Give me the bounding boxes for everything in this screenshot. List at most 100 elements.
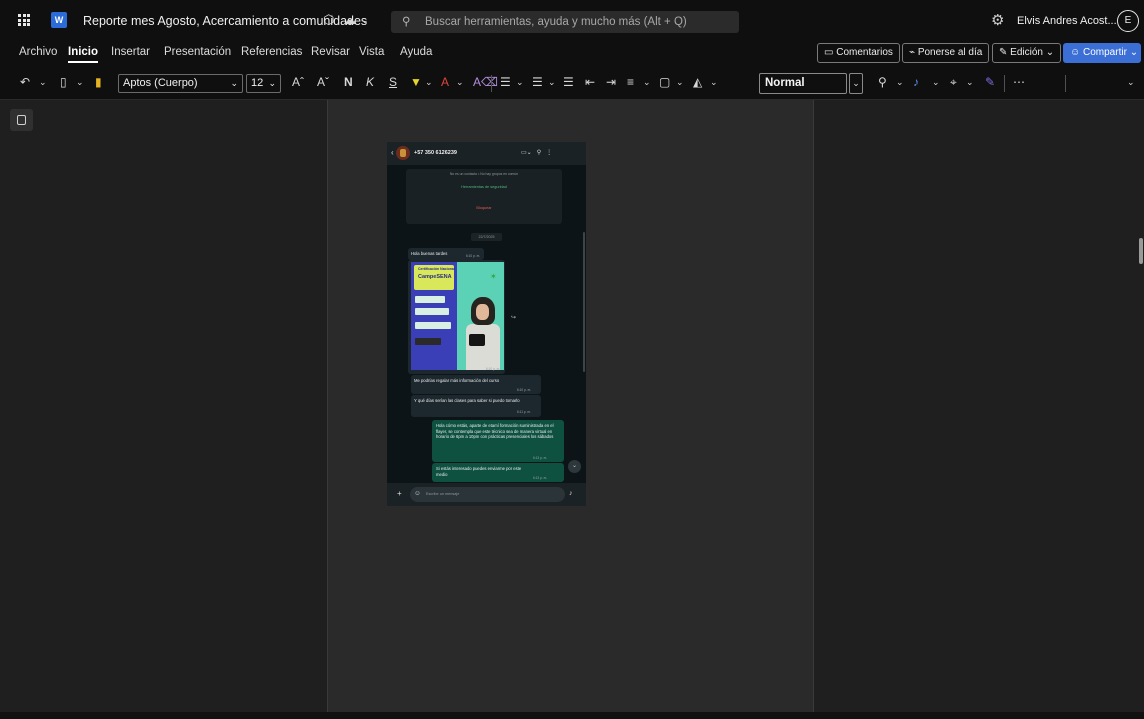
align-icon[interactable]: ≡ (627, 75, 634, 89)
share-label: Compartir (1083, 47, 1127, 58)
search-box[interactable]: ⚲ Buscar herramientas, ayuda y mucho más… (391, 11, 739, 33)
more-options-icon[interactable]: ⋯ (1013, 75, 1025, 89)
chevron-down-icon[interactable]: ⌄ (456, 77, 464, 88)
tab-presentacion[interactable]: Presentación (164, 46, 231, 58)
catch-up-label: Ponerse al día (917, 47, 983, 58)
message-time: 6:11 p. m. (517, 410, 531, 414)
italic-button[interactable]: K (366, 75, 374, 89)
tab-revisar[interactable]: Revisar (311, 46, 350, 58)
style-select[interactable]: Normal (759, 73, 847, 94)
bullets-icon[interactable]: ☰ (500, 75, 511, 89)
chevron-down-icon[interactable]: ⌄ (425, 77, 433, 88)
message-placeholder: Escribe un mensaje (426, 492, 460, 496)
editing-mode-button[interactable]: ✎ Edición ⌄ (992, 43, 1062, 63)
chevron-down-icon[interactable]: ⌄ (76, 77, 84, 88)
comments-button[interactable]: ▭ Comentarios (817, 43, 900, 63)
tab-ayuda[interactable]: Ayuda (400, 46, 432, 58)
font-size-value: 12 (251, 77, 264, 89)
chevron-down-icon[interactable]: ⌄ (676, 77, 684, 88)
chat-header: ‹ +57 350 6126239 ▭⌄ ⚲ ⋮ (387, 142, 586, 165)
chevron-down-icon[interactable]: ⌄ (39, 77, 47, 88)
shrink-font-icon[interactable]: Aˇ (317, 75, 329, 89)
chevron-down-icon[interactable]: ⌄ (361, 15, 369, 26)
status-bar (0, 712, 1144, 719)
font-size-select[interactable]: 12 ⌄ (246, 74, 281, 93)
find-icon[interactable]: ⚲ (878, 75, 887, 89)
course-flyer-image: Certificación Nacional CampeSENA ✶ (411, 262, 504, 370)
chevron-down-icon: ⌄ (268, 78, 276, 88)
message-text: Me podrías regalar más información del c… (414, 378, 500, 383)
dictate-mic-icon[interactable]: ♪ (913, 75, 919, 89)
ribbon-toolbar: ↶ ⌄ ▯ ⌄ ▮ Aptos (Cuerpo) ⌄ 12 ⌄ Aˆ Aˇ N … (0, 66, 1144, 100)
highlight-icon[interactable]: ▼ (410, 75, 422, 89)
divider (1065, 75, 1066, 92)
message-text: Si estás interesado puedes enviarme por … (436, 466, 522, 477)
chevron-down-icon[interactable]: ⌄ (548, 77, 556, 88)
scroll-down-icon: ⌄ (568, 460, 581, 473)
search-icon: ⚲ (402, 16, 411, 28)
message-time: 6:13 p. m. (533, 456, 548, 460)
cloud-saved-icon[interactable]: ☁ (343, 12, 356, 28)
settings-gear-icon[interactable]: ⚙ (991, 11, 1004, 29)
people-icon: ☺ (1070, 47, 1081, 58)
block-link: Bloquear (476, 206, 492, 210)
contact-avatar (396, 146, 410, 160)
chevron-down-icon[interactable]: ⌄ (516, 77, 524, 88)
message-input-bar: + ☺ Escribe un mensaje ♪ (387, 483, 586, 506)
user-name[interactable]: Elvis Andres Acost... (1017, 15, 1117, 27)
message-text: Hola cómo estás, aparte de etamí formaci… (436, 423, 554, 439)
message-time: 6:13 p. m. (533, 476, 548, 480)
multilevel-list-icon[interactable]: ☰ (563, 75, 574, 89)
collapse-ribbon-icon[interactable]: ⌄ (1127, 77, 1135, 88)
underline-button[interactable]: S (389, 75, 397, 89)
chevron-down-icon[interactable]: ⌄ (710, 77, 718, 88)
tab-inicio[interactable]: Inicio (68, 46, 99, 63)
embedded-chat-screenshot[interactable]: ‹ +57 350 6126239 ▭⌄ ⚲ ⋮ No es un contac… (387, 142, 586, 506)
chevron-down-icon: ⌄ (230, 78, 238, 88)
app-launcher-icon[interactable] (18, 14, 30, 26)
chevron-down-icon[interactable]: ⌄ (896, 77, 904, 88)
bold-button[interactable]: N (344, 75, 353, 89)
format-painter-icon[interactable]: ▮ (95, 75, 102, 89)
chevron-down-icon[interactable]: ⌄ (932, 77, 940, 88)
tab-referencias[interactable]: Referencias (241, 46, 302, 58)
tab-archivo[interactable]: Archivo (19, 46, 57, 58)
editing-label: Edición (1010, 47, 1043, 58)
contact-info-line: No es un contacto • No hay grupos en com… (449, 172, 519, 176)
catch-up-button[interactable]: ⌁ Ponerse al día (902, 43, 990, 63)
chevron-down-icon[interactable]: ⌄ (966, 77, 974, 88)
numbering-icon[interactable]: ☰ (532, 75, 543, 89)
flyer-person-face (476, 304, 489, 320)
undo-icon[interactable]: ↶ (20, 75, 30, 89)
shield-icon[interactable]: ⬡ (323, 12, 334, 28)
grow-font-icon[interactable]: Aˆ (292, 75, 304, 89)
font-color-icon[interactable]: A (441, 75, 449, 89)
video-call-icon: ▭⌄ ⚲ ⋮ (521, 150, 553, 156)
pulse-icon: ⌁ (909, 47, 916, 58)
share-button[interactable]: ☺ Compartir ⌄ (1063, 43, 1141, 63)
borders-icon[interactable]: ▢ (659, 75, 670, 89)
clear-formatting-icon[interactable]: A⌫ (473, 75, 498, 89)
style-dropdown-button[interactable]: ⌄ (849, 73, 863, 94)
message-time: 6:10 p. m. (517, 388, 532, 392)
font-name-select[interactable]: Aptos (Cuerpo) ⌄ (118, 74, 243, 93)
star-icon: ✶ (490, 272, 497, 281)
plus-icon: + (397, 489, 402, 498)
divider (491, 75, 492, 92)
vertical-scrollbar[interactable] (1139, 238, 1143, 264)
decrease-indent-icon[interactable]: ⇤ (585, 75, 595, 89)
shading-icon[interactable]: ◭ (693, 75, 702, 89)
title-bar: W Reporte mes Agosto, Acercamiento a com… (0, 0, 1144, 42)
tab-insertar[interactable]: Insertar (111, 46, 150, 58)
navigation-pane-button[interactable] (10, 109, 33, 131)
search-placeholder: Buscar herramientas, ayuda y mucho más (… (425, 16, 687, 28)
sensitivity-icon[interactable]: ⌖ (950, 75, 957, 90)
tab-vista[interactable]: Vista (359, 46, 384, 58)
chevron-down-icon[interactable]: ⌄ (643, 77, 651, 88)
contact-number: +57 350 6126239 (414, 150, 457, 156)
user-avatar[interactable]: E (1117, 10, 1139, 32)
increase-indent-icon[interactable]: ⇥ (606, 75, 616, 89)
clipboard-icon[interactable]: ▯ (60, 75, 67, 89)
message-text: Hola buenas tardes (411, 251, 448, 256)
editor-icon[interactable]: ✎ (985, 75, 995, 89)
